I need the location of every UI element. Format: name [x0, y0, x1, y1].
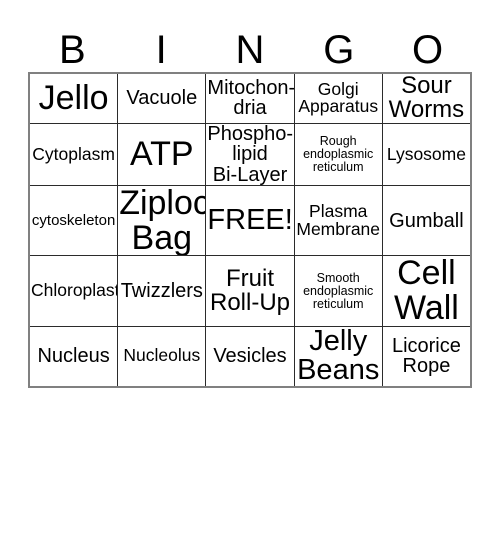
bingo-cell-label: Jelly Beans [297, 326, 380, 386]
bingo-cell[interactable]: Jello [30, 74, 117, 123]
bingo-cell-label: Sour Worms [388, 74, 465, 123]
bingo-cell-label: Smooth endoplasmic reticulum [303, 271, 374, 311]
header-letter-o: O [412, 28, 444, 72]
bingo-cell-label: Ziploc Bag [119, 186, 206, 256]
bingo-cell[interactable]: Nucleus [30, 327, 117, 386]
bingo-cell-label: ATP [130, 135, 194, 174]
bingo-cell[interactable]: Sour Worms [381, 74, 470, 123]
bingo-cell[interactable]: Jelly Beans [293, 326, 382, 386]
bingo-header: B I N G O [28, 14, 472, 72]
bingo-cell[interactable]: Ziploc Bag [117, 186, 206, 256]
bingo-cell-label: Plasma Membrane [296, 200, 381, 239]
bingo-cell[interactable]: Fruit Roll-Up [205, 256, 293, 326]
bingo-cell-label: Cell Wall [393, 256, 459, 326]
bingo-cell[interactable]: Nucleolus [117, 326, 205, 386]
bingo-cell[interactable]: Smooth endoplasmic reticulum [293, 256, 382, 326]
bingo-row: Cytoplasm ATP Phospho- lipid Bi-Layer Rough… [30, 122, 470, 186]
bingo-cell[interactable]: Vesicles [205, 326, 293, 386]
bingo-cell[interactable]: Cytoplasm [30, 124, 117, 185]
bingo-cell-label: Chloroplast [31, 280, 118, 301]
bingo-cell[interactable]: Phospho- lipid Bi-Layer [205, 123, 294, 186]
bingo-cell-label: Cytoplasm [32, 143, 115, 164]
bingo-cell[interactable]: Licorice Rope [381, 326, 470, 386]
bingo-cell-label: Twizzlers [120, 279, 203, 302]
bingo-cell[interactable]: Mitochon- dria [205, 74, 294, 123]
bingo-cell[interactable]: Vacuole [117, 74, 205, 123]
header-letter-b: B [59, 28, 86, 72]
bingo-cell-label: Vacuole [126, 87, 198, 110]
bingo-row: Jello Vacuole Mitochon- dria Golgi Apparatu… [30, 74, 470, 123]
header-letter-n: N [235, 28, 265, 72]
bingo-cell-label: Licorice Rope [391, 334, 461, 378]
bingo-cell[interactable]: Gumball [381, 186, 470, 256]
header-letter-i: I [155, 28, 167, 72]
bingo-card: B I N G O Jello Vacuole Mitochon- dria Golg… [28, 14, 472, 388]
bingo-cell-label: FREE! [207, 203, 293, 236]
bingo-grid: Jello Vacuole Mitochon- dria Golgi Apparatu… [28, 72, 472, 388]
header-letter-g: G [323, 28, 355, 72]
bingo-cell[interactable]: Golgi Apparatus [293, 74, 382, 123]
bingo-cell-label: Mitochon- dria [207, 77, 294, 120]
bingo-cell[interactable]: cytoskeleton [30, 186, 117, 255]
bingo-cell-label: Rough endoplasmic reticulum [303, 134, 374, 174]
bingo-cell[interactable]: ATP [117, 123, 205, 186]
bingo-cell[interactable]: Rough endoplasmic reticulum [293, 123, 382, 186]
bingo-cell-label: Gumball [389, 209, 464, 232]
bingo-cell-label: Nucleus [37, 345, 110, 368]
bingo-cell[interactable]: Cell Wall [381, 256, 470, 326]
bingo-cell-label: Nucleolus [123, 345, 201, 366]
bingo-cell-label: Fruit Roll-Up [210, 264, 291, 317]
bingo-cell-label: cytoskeleton [31, 212, 116, 230]
bingo-cell[interactable]: Twizzlers [117, 256, 205, 326]
bingo-cell-label: Vesicles [213, 345, 287, 368]
bingo-row: Chloroplast Twizzlers Fruit Roll-Up Smooth … [30, 255, 470, 326]
bingo-cell-label: Phospho- lipid Bi-Layer [207, 123, 294, 186]
bingo-cell[interactable]: FREE! [205, 186, 293, 256]
bingo-row: cytoskeleton Ziploc Bag FREE! Plasma Membra… [30, 185, 470, 256]
bingo-cell[interactable]: Chloroplast [30, 256, 117, 325]
bingo-cell[interactable]: Plasma Membrane [293, 186, 382, 256]
bingo-cell-label: Golgi Apparatus [298, 78, 379, 117]
bingo-cell-label: Lysosome [386, 143, 466, 164]
bingo-cell-label: Jello [38, 79, 109, 118]
bingo-cell[interactable]: Lysosome [381, 123, 470, 186]
bingo-row: Nucleus Nucleolus Vesicles Jelly Beans Licor… [30, 325, 470, 386]
